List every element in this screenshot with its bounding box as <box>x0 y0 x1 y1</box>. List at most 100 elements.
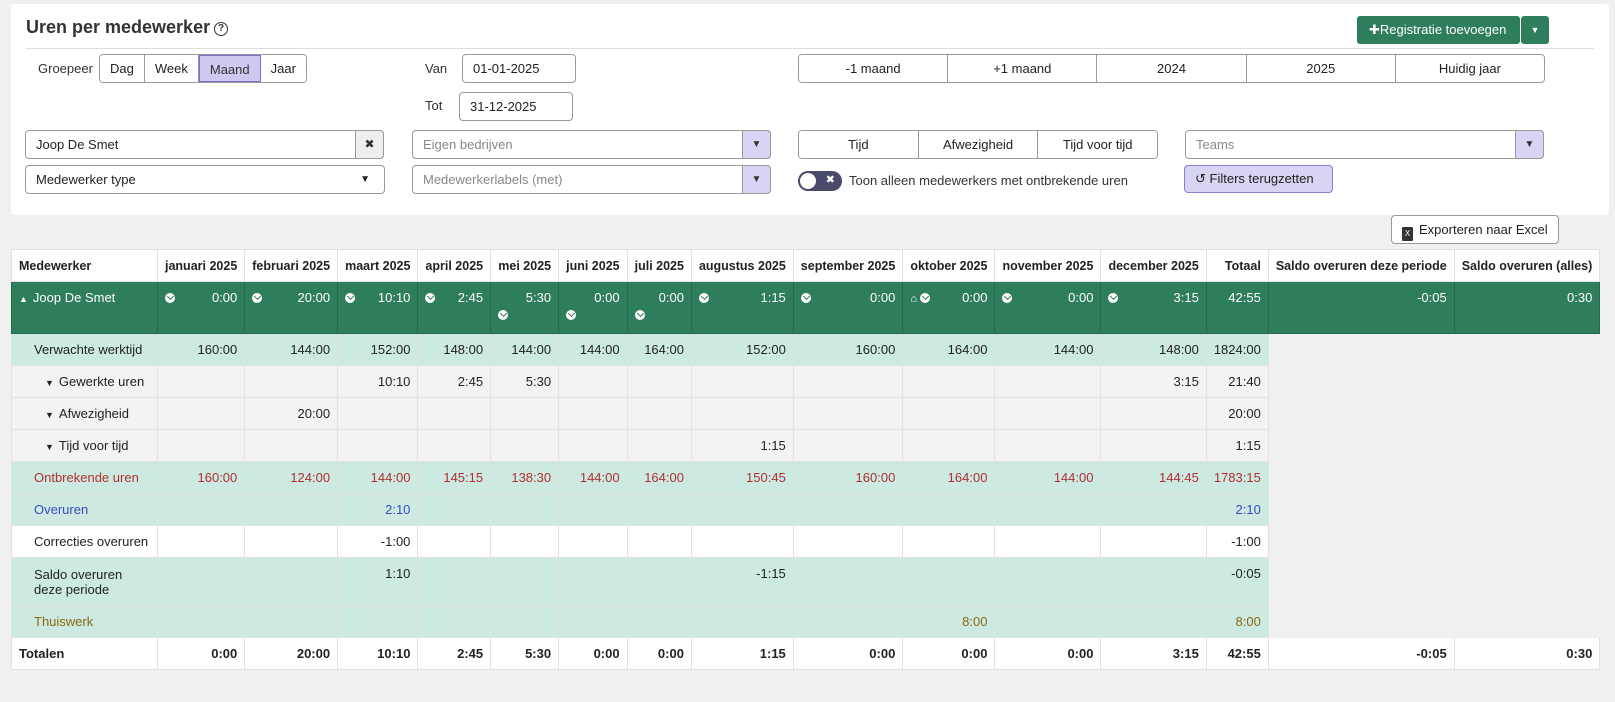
employee-month-cell[interactable]: 20:00 <box>244 281 339 334</box>
table-cell <box>994 605 1102 638</box>
employee-row[interactable]: ▲ Joop De Smet 0:00 20:00 10:10 2:45 5:30 0:00 0… <box>11 281 1601 334</box>
row-total: 20:00 <box>1205 397 1269 430</box>
column-header[interactable]: oktober 2025 <box>902 249 996 282</box>
arrow-down-circle-icon[interactable] <box>698 293 709 303</box>
group-option-jaar[interactable]: Jaar <box>260 55 306 82</box>
column-header[interactable]: april 2025 <box>417 249 492 282</box>
divider <box>26 48 1594 49</box>
type-afwezigheid-button[interactable]: Afwezigheid <box>918 131 1039 158</box>
column-header[interactable]: mei 2025 <box>490 249 560 282</box>
totals-cell: 1:15 <box>690 637 794 670</box>
table-cell <box>244 365 339 398</box>
next-month-button[interactable]: +1 maand <box>948 55 1098 82</box>
teams-select[interactable]: Teams ▼ <box>1185 130 1544 159</box>
arrow-down-circle-icon[interactable] <box>800 293 811 303</box>
caret-down-icon[interactable]: ▼ <box>45 378 54 388</box>
employee-month-cell[interactable]: ⌂ 0:00 <box>902 281 996 334</box>
employee-type-select[interactable]: Medewerker type ▼ <box>25 165 385 194</box>
chevron-down-icon[interactable]: ▼ <box>742 165 771 194</box>
employee-month-cell[interactable]: 0:00 <box>558 281 628 334</box>
column-header[interactable]: juli 2025 <box>626 249 692 282</box>
table-cell <box>792 493 904 526</box>
arrow-down-circle-icon[interactable] <box>165 293 175 303</box>
caret-down-icon[interactable]: ▼ <box>1521 16 1549 44</box>
reset-filters-label: Filters terugzetten <box>1209 171 1314 186</box>
table-cell <box>994 397 1102 430</box>
arrow-down-circle-icon[interactable] <box>345 293 356 303</box>
column-header[interactable]: juni 2025 <box>558 249 628 282</box>
chevron-down-icon[interactable]: ▼ <box>742 130 771 159</box>
arrow-down-circle-icon[interactable] <box>1108 293 1119 303</box>
employee-month-cell[interactable]: 10:10 <box>337 281 419 334</box>
row-label: ▼ Afwezigheid <box>11 397 158 430</box>
table-cell: 124:00 <box>244 461 339 494</box>
current-year-button[interactable]: Huidig jaar <box>1395 55 1544 82</box>
caret-down-icon[interactable]: ▼ <box>45 442 54 452</box>
van-date-field[interactable]: 01-01-2025 <box>462 54 576 83</box>
add-registration-button[interactable]: ✚Registratie toevoegen <box>1357 16 1520 44</box>
home-icon: ⌂ <box>910 293 917 305</box>
employee-month-cell[interactable]: 0:00 <box>626 281 692 334</box>
chevron-down-icon[interactable]: ▼ <box>1515 130 1544 159</box>
column-header[interactable]: november 2025 <box>994 249 1102 282</box>
prev-month-button[interactable]: -1 maand <box>799 55 949 82</box>
companies-select[interactable]: Eigen bedrijven ▼ <box>412 130 771 159</box>
type-tijd-button[interactable]: Tijd <box>799 131 919 158</box>
column-header[interactable]: Saldo overuren (alles) <box>1453 249 1601 282</box>
table-row: Thuiswerk 8:00 8:00 <box>11 605 1601 638</box>
column-header[interactable]: februari 2025 <box>244 249 339 282</box>
arrow-down-circle-icon[interactable] <box>919 293 930 303</box>
table-cell <box>626 365 692 398</box>
arrow-down-circle-icon[interactable] <box>498 310 509 320</box>
caret-down-icon[interactable]: ▼ <box>45 410 54 420</box>
employee-select[interactable]: Joop De Smet ✖ <box>25 130 384 159</box>
question-icon[interactable]: ? <box>214 22 229 36</box>
column-header[interactable]: Totaal <box>1205 249 1269 282</box>
type-tijd-voor-tijd-button[interactable]: Tijd voor tijd <box>1038 131 1157 158</box>
employee-month-cell[interactable]: 1:15 <box>690 281 794 334</box>
year-2025-button[interactable]: 2025 <box>1246 55 1396 82</box>
clear-icon[interactable]: ✖ <box>355 130 384 159</box>
missing-hours-toggle[interactable]: ✖ <box>798 171 842 191</box>
caret-up-icon[interactable]: ▲ <box>19 294 28 304</box>
column-header[interactable]: september 2025 <box>792 249 904 282</box>
arrow-down-circle-icon[interactable] <box>1002 293 1013 303</box>
group-option-dag[interactable]: Dag <box>100 55 145 82</box>
employee-month-cell[interactable]: 0:00 <box>792 281 904 334</box>
column-header[interactable]: december 2025 <box>1100 249 1207 282</box>
group-option-maand[interactable]: Maand <box>198 55 261 82</box>
employee-name[interactable]: ▲ Joop De Smet <box>11 281 158 334</box>
column-header[interactable]: Saldo overuren deze periode <box>1267 249 1455 282</box>
row-total: 8:00 <box>1205 605 1269 638</box>
labels-select[interactable]: Medewerkerlabels (met) ▼ <box>412 165 771 194</box>
table-cell <box>558 429 628 462</box>
empty-cell <box>1267 557 1455 606</box>
arrow-down-circle-icon[interactable] <box>252 293 263 303</box>
arrow-down-circle-icon[interactable] <box>566 310 577 320</box>
reset-filters-button[interactable]: ↺ Filters terugzetten <box>1184 165 1333 193</box>
table-cell <box>156 605 246 638</box>
table-cell <box>490 525 560 558</box>
arrow-down-circle-icon[interactable] <box>425 293 436 303</box>
employee-month-cell[interactable]: 0:00 <box>994 281 1102 334</box>
employee-month-cell[interactable]: 2:45 <box>417 281 492 334</box>
column-header[interactable]: maart 2025 <box>337 249 419 282</box>
table-cell <box>792 397 904 430</box>
export-excel-button[interactable]: X Exporteren naar Excel <box>1391 215 1559 244</box>
column-header[interactable]: Medewerker <box>11 249 158 282</box>
row-label: Thuiswerk <box>11 605 158 638</box>
column-header[interactable]: januari 2025 <box>156 249 246 282</box>
table-cell <box>994 525 1102 558</box>
table-cell <box>902 397 996 430</box>
employee-month-cell[interactable]: 0:00 <box>156 281 246 334</box>
column-header[interactable]: augustus 2025 <box>690 249 794 282</box>
tot-date-field[interactable]: 31-12-2025 <box>459 92 573 121</box>
arrow-down-circle-icon[interactable] <box>634 310 645 320</box>
employee-month-cell[interactable]: 3:15 <box>1100 281 1207 334</box>
table-cell <box>626 525 692 558</box>
group-option-week[interactable]: Week <box>144 55 199 82</box>
employee-month-cell[interactable]: 5:30 <box>490 281 560 334</box>
export-excel-label: Exporteren naar Excel <box>1419 222 1548 237</box>
table-cell <box>337 605 419 638</box>
year-2024-button[interactable]: 2024 <box>1097 55 1247 82</box>
